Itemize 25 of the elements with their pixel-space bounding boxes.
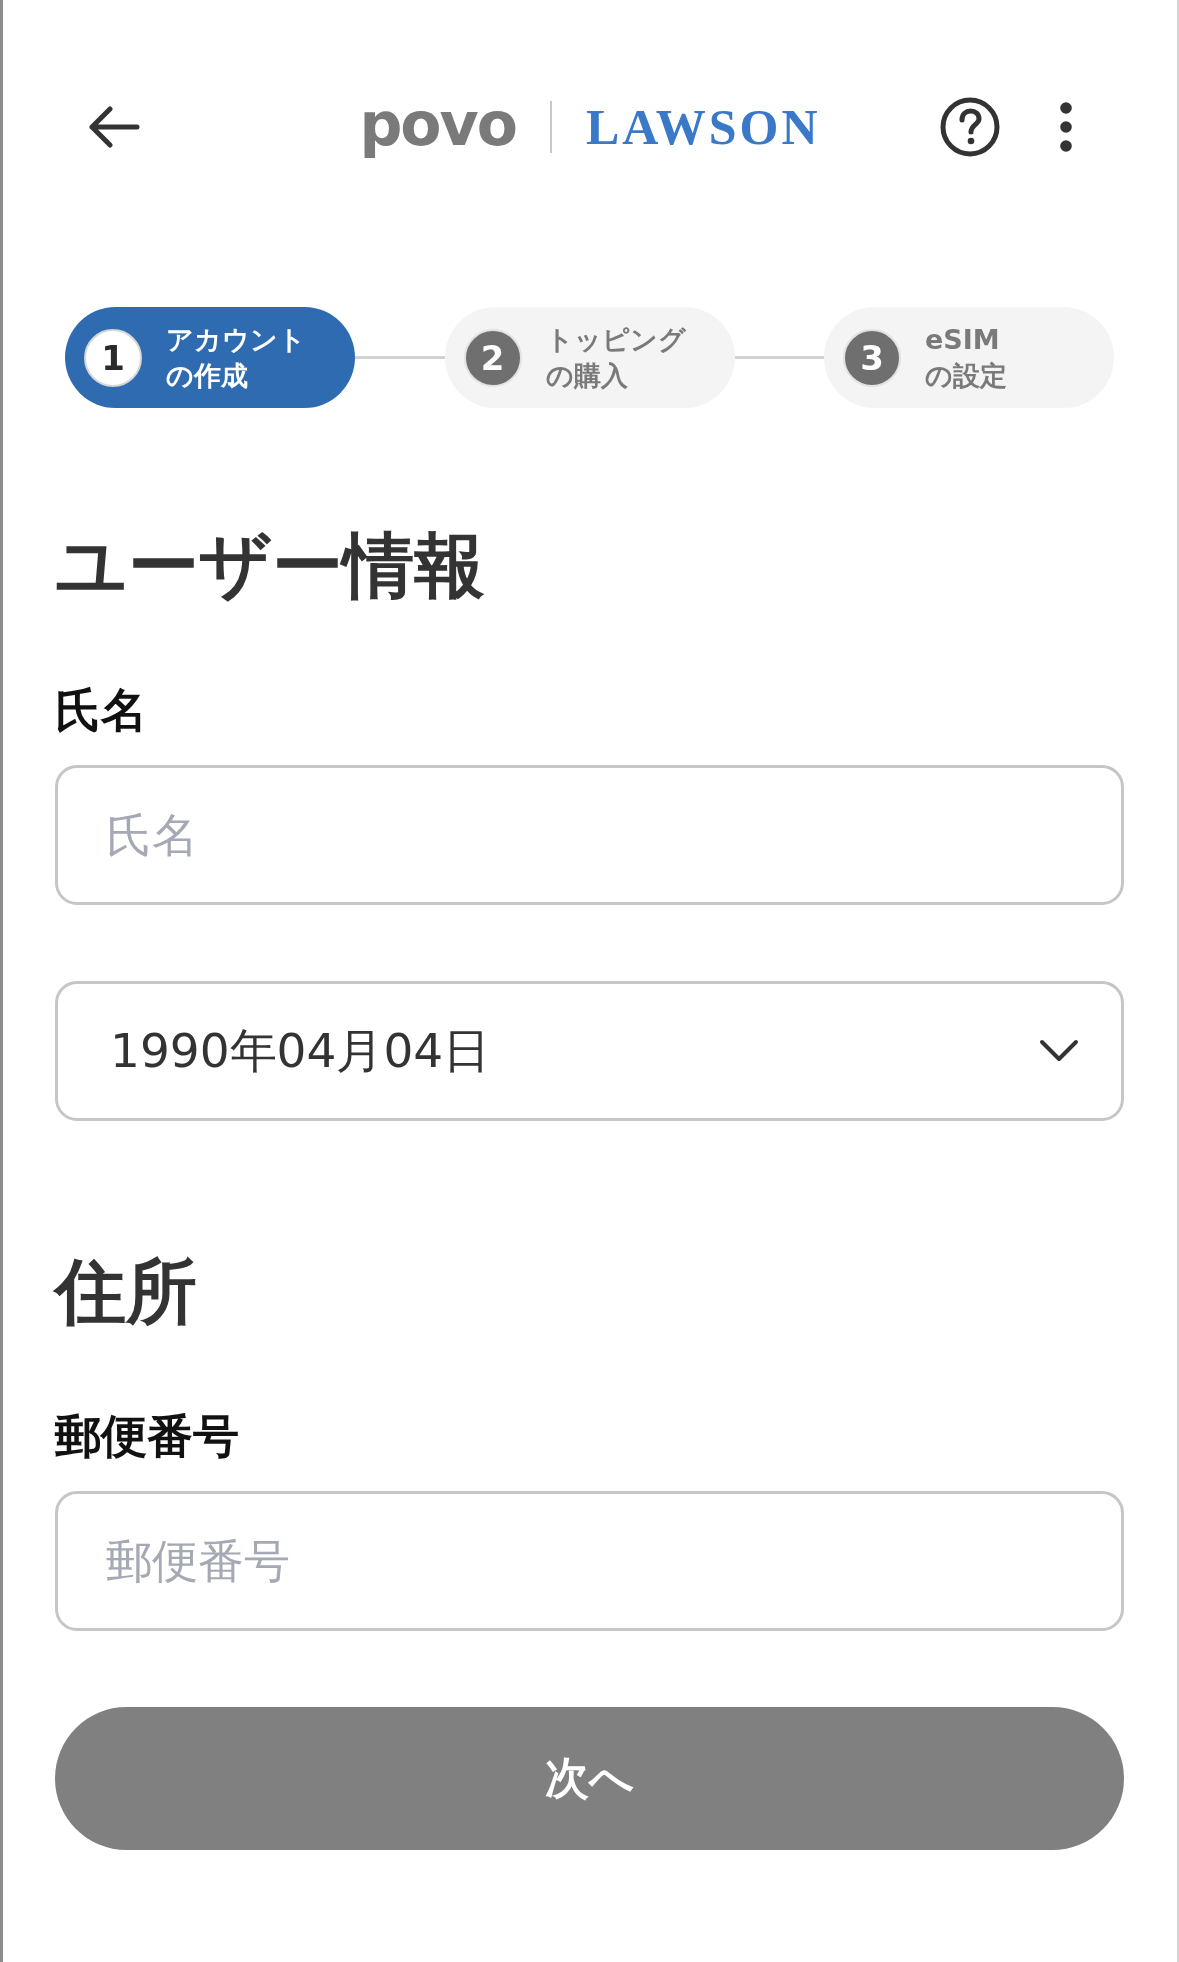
step-number: 3 (843, 328, 901, 387)
input-field[interactable]: 郵便番号 (55, 1491, 1124, 1631)
step-number: 2 (463, 328, 522, 387)
field-label: 郵便番号 (55, 1408, 240, 1464)
step-label: の購入 (545, 358, 628, 393)
back-arrow-icon (88, 106, 140, 148)
help-icon (940, 97, 1000, 157)
input-field[interactable]: 氏名 (55, 765, 1124, 905)
section-heading: 住所 (55, 1252, 198, 1332)
step-label: eSIM (925, 322, 1000, 357)
step-label: トッピング (545, 322, 686, 357)
step-label: の設定 (925, 358, 1007, 393)
partner-logo: LAWSON (585, 102, 821, 152)
step-number: 1 (84, 328, 142, 387)
more-vertical-icon (1060, 102, 1072, 152)
field-label: 氏名 (55, 682, 148, 738)
step-label: の作成 (166, 358, 248, 393)
date-select[interactable]: 1990年04月04日 (55, 981, 1124, 1121)
step-label: アカウント (166, 322, 306, 357)
back-button[interactable] (88, 106, 140, 148)
chevron-down-icon (1039, 1039, 1079, 1063)
help-button[interactable] (940, 97, 1000, 157)
section-heading: ユーザー情報 (55, 526, 486, 606)
more-menu-button[interactable] (1060, 102, 1072, 152)
brand-logo: povo (359, 94, 516, 160)
